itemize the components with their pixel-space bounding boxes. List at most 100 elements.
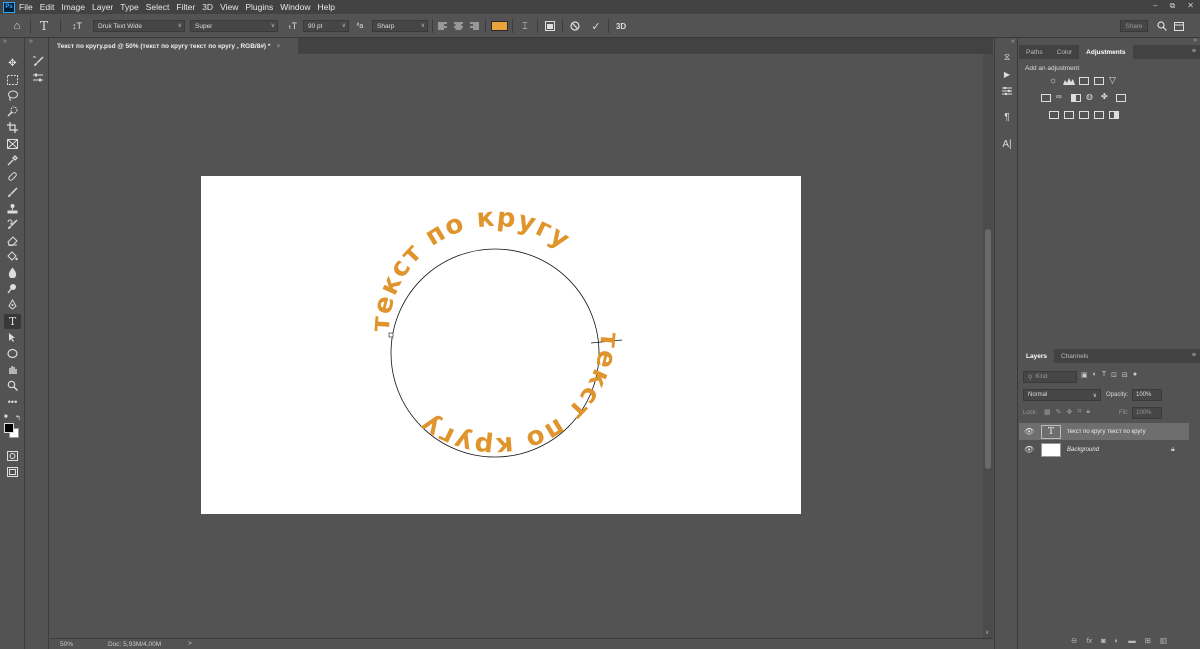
type-tool-preset-icon[interactable]: T	[36, 18, 52, 34]
fill-field[interactable]: 100%	[1132, 407, 1162, 419]
color-swatches[interactable]: ■ ↰	[3, 414, 23, 438]
history-brush-tool-icon[interactable]	[4, 217, 21, 232]
canvas-workspace[interactable]: текст по кругу текст по кругу	[50, 54, 983, 638]
visibility-eye-icon[interactable]: 👁︎	[1024, 427, 1034, 436]
adjustment-layer-icon[interactable]: ◐	[1115, 636, 1120, 645]
menu-layer[interactable]: Layer	[92, 2, 113, 12]
link-layers-icon[interactable]: ⊖	[1071, 636, 1077, 645]
antialias-select[interactable]: Sharp ∨	[372, 20, 428, 32]
lock-image-icon[interactable]: ✎	[1056, 408, 1062, 416]
align-left-icon[interactable]	[437, 18, 448, 34]
clone-stamp-tool-icon[interactable]	[4, 201, 21, 216]
pixel-filter-icon[interactable]: ▣	[1081, 371, 1088, 379]
layer-row-background[interactable]: 👁︎ Background 🔒︎	[1019, 441, 1189, 458]
shape-filter-icon[interactable]: ⊡	[1111, 371, 1117, 379]
hue-saturation-icon[interactable]	[1041, 94, 1051, 102]
zoom-level[interactable]: 50%	[60, 641, 73, 648]
layer-name[interactable]: текст по кругу текст по кругу	[1067, 429, 1146, 435]
scroll-down-icon[interactable]: ∨	[985, 629, 989, 636]
warp-text-icon[interactable]: ⌶	[518, 18, 532, 34]
brightness-contrast-icon[interactable]: ☼	[1049, 75, 1057, 85]
exposure-icon[interactable]	[1094, 77, 1104, 85]
vibrance-icon[interactable]: ▽	[1109, 75, 1116, 86]
color-lookup-icon[interactable]	[1116, 94, 1126, 102]
brush-settings-icon[interactable]	[29, 70, 46, 85]
vertical-scrollbar[interactable]: ∨	[983, 54, 993, 638]
align-center-icon[interactable]	[453, 18, 464, 34]
layer-style-icon[interactable]: fx	[1086, 636, 1092, 645]
menu-view[interactable]: View	[220, 2, 238, 12]
font-family-select[interactable]: Druk Text Wide ∨	[93, 20, 185, 32]
menu-edit[interactable]: Edit	[40, 2, 55, 12]
selective-color-icon[interactable]	[1109, 111, 1119, 119]
blur-tool-icon[interactable]	[4, 265, 21, 280]
tab-color[interactable]: Color	[1050, 45, 1080, 59]
hand-tool-icon[interactable]	[4, 362, 21, 377]
black-white-icon[interactable]	[1071, 94, 1081, 102]
font-style-select[interactable]: Super ∨	[190, 20, 278, 32]
more-tools-icon[interactable]: •••	[4, 394, 21, 409]
workspace-icon[interactable]	[1172, 18, 1186, 34]
menu-image[interactable]: Image	[61, 2, 85, 12]
frame-tool-icon[interactable]	[4, 136, 21, 151]
lasso-tool-icon[interactable]	[4, 88, 21, 103]
tab-adjustments[interactable]: Adjustments	[1079, 45, 1133, 59]
move-tool-icon[interactable]: ✥	[4, 56, 21, 71]
actions-panel-icon[interactable]: ▶	[999, 67, 1015, 81]
levels-icon[interactable]	[1063, 77, 1075, 85]
layer-filter-field[interactable]: ⚲ Kind	[1023, 371, 1077, 383]
opacity-field[interactable]: 100%	[1132, 389, 1162, 401]
commit-check-icon[interactable]: ✓	[589, 18, 603, 34]
share-button[interactable]: Share	[1120, 20, 1148, 32]
screen-mode-icon[interactable]	[4, 464, 21, 479]
brush-tool-icon[interactable]	[4, 185, 21, 200]
layer-row-text[interactable]: 👁︎ T текст по кругу текст по кругу	[1019, 423, 1189, 440]
channel-mixer-icon[interactable]: ✤	[1101, 92, 1108, 101]
delete-layer-icon[interactable]: ▥	[1160, 636, 1167, 645]
eraser-tool-icon[interactable]	[4, 233, 21, 248]
lock-position-icon[interactable]: ✥	[1067, 408, 1073, 416]
text-orientation-icon[interactable]: ↕T	[68, 18, 86, 34]
tab-layers[interactable]: Layers	[1019, 349, 1054, 363]
document-canvas[interactable]: текст по кругу текст по кругу	[201, 176, 801, 514]
character-panel-icon[interactable]	[543, 18, 557, 34]
panel-menu-icon[interactable]: ≡	[1192, 48, 1196, 55]
close-tab-icon[interactable]: ×	[276, 43, 280, 50]
color-balance-icon[interactable]: ∞	[1056, 92, 1062, 101]
align-right-icon[interactable]	[469, 18, 480, 34]
restore-button[interactable]: ⧉	[1170, 1, 1176, 11]
search-icon[interactable]	[1155, 18, 1169, 34]
quick-mask-icon[interactable]	[4, 448, 21, 463]
foreground-color-swatch[interactable]	[4, 423, 14, 433]
dodge-tool-icon[interactable]	[4, 281, 21, 296]
collapse-arrows-icon[interactable]: »	[3, 38, 7, 45]
zoom-tool-icon[interactable]	[4, 378, 21, 393]
visibility-eye-icon[interactable]: 👁︎	[1024, 445, 1034, 454]
menu-type[interactable]: Type	[120, 2, 138, 12]
properties-panel-icon[interactable]	[999, 84, 1015, 98]
document-tab[interactable]: Текст по кругу.psd @ 50% (текст по кругу…	[50, 38, 298, 54]
marquee-tool-icon[interactable]	[4, 72, 21, 87]
collapse-arrows-icon[interactable]: »	[1193, 37, 1197, 44]
collapse-arrows-icon[interactable]: «	[1011, 38, 1015, 45]
default-colors-icon[interactable]: ■	[4, 414, 8, 420]
posterize-icon[interactable]	[1064, 111, 1074, 119]
eyedropper-tool-icon[interactable]	[4, 153, 21, 168]
pen-tool-icon[interactable]	[4, 297, 21, 312]
tab-paths[interactable]: Paths	[1019, 45, 1050, 59]
menu-window[interactable]: Window	[280, 2, 310, 12]
home-icon[interactable]: ⌂	[8, 18, 26, 34]
threshold-icon[interactable]	[1079, 111, 1089, 119]
tab-channels[interactable]: Channels	[1054, 349, 1095, 363]
brush-preset-icon[interactable]	[29, 54, 46, 69]
panel-menu-icon[interactable]: ≡	[1192, 352, 1196, 359]
minimize-button[interactable]: –	[1153, 1, 1157, 11]
new-group-icon[interactable]: ▬	[1128, 636, 1136, 645]
layer-name[interactable]: Background	[1067, 447, 1099, 453]
ellipse-tool-icon[interactable]	[4, 346, 21, 361]
status-menu-arrow[interactable]: >	[188, 640, 192, 647]
lock-all-icon[interactable]: 🔒︎	[1086, 408, 1090, 416]
add-mask-icon[interactable]: ◙	[1101, 636, 1106, 645]
history-panel-icon[interactable]: ⧖	[999, 50, 1015, 64]
curves-icon[interactable]	[1079, 77, 1089, 85]
